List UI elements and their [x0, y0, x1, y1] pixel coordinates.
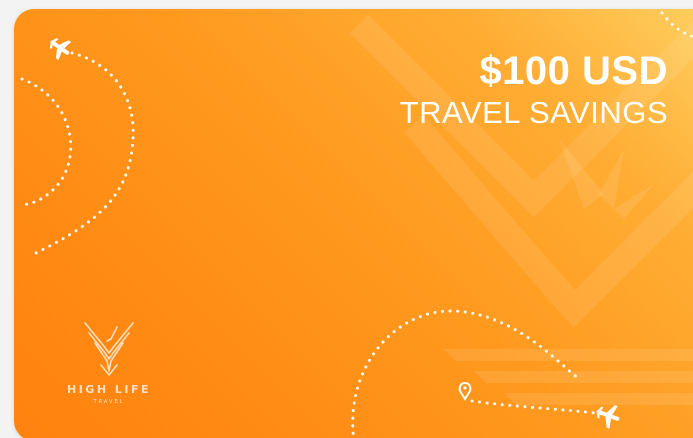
card-amount: $100 USD	[479, 49, 668, 93]
brand-logo: HIGH LIFE TRAVEL	[54, 319, 164, 405]
flight-path-left-inner	[20, 77, 73, 207]
flight-path-left-outer	[32, 51, 135, 256]
brand-name: HIGH LIFE	[67, 383, 151, 396]
chevron-watermark-inner	[404, 115, 693, 329]
airplane-icon	[49, 38, 72, 61]
page: $100 USD TRAVEL SAVINGS HIGH LIFE TRAVEL	[0, 0, 693, 438]
brand-tagline: TRAVEL	[93, 399, 125, 405]
card-subtitle: TRAVEL SAVINGS	[399, 95, 668, 130]
gift-card[interactable]: $100 USD TRAVEL SAVINGS HIGH LIFE TRAVEL	[14, 9, 693, 438]
location-pin-icon	[458, 381, 472, 401]
eagle-logo-icon	[84, 322, 134, 376]
